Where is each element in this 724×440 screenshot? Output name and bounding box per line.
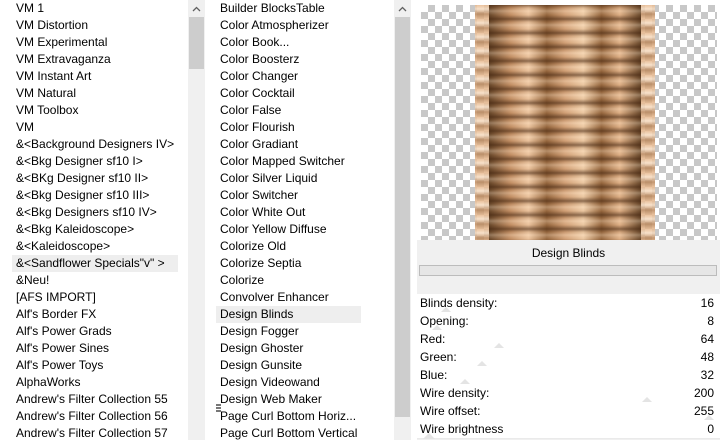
filter-item[interactable]: Color Changer [216,68,361,85]
parameter-label: Wire offset: [420,404,481,418]
filter-scrollbar[interactable] [394,0,411,440]
filter-item[interactable]: Color Gradiant [216,136,361,153]
filter-item[interactable]: Design Blinds [216,306,362,323]
filter-category-item[interactable]: &<Kaleidoscope> [12,238,178,255]
filter-category-item[interactable]: &<Background Designers IV> [12,136,178,153]
parameter-slider[interactable]: Blinds density: 16 [417,294,720,313]
progress-bar [419,265,717,276]
category-scroll-thumb[interactable] [189,17,204,69]
category-scrollbar[interactable] [188,0,205,440]
filter-category-item[interactable]: VM Distortion [12,17,178,34]
filter-item[interactable]: Page Curl Bottom Vertical [216,425,361,440]
parameter-list: Blinds density: 16 Opening: 8 Red: 64 Green: 48… [417,294,720,439]
filter-category-item[interactable]: VM Natural [12,85,178,102]
filter-category-item[interactable]: VM Instant Art [12,68,178,85]
filter-category-item[interactable]: Andrew's Filter Collection 56 [12,408,178,425]
preview-blinds-right-edge [641,5,655,240]
filter-item[interactable]: Color False [216,102,361,119]
filter-category-item[interactable]: Andrew's Filter Collection 55 [12,391,178,408]
parameter-slider[interactable]: Green: 48 [417,348,720,367]
filter-category-item[interactable]: &<Bkg Designer sf10 III> [12,187,178,204]
parameter-label: Red: [420,332,446,346]
parameter-value[interactable]: 48 [701,350,714,365]
filter-item[interactable]: Design Gunsite [216,357,361,374]
filter-category-item[interactable]: Alf's Power Grads [12,323,178,340]
filter-item[interactable]: Color Silver Liquid [216,170,361,187]
filter-category-item[interactable]: &<BKg Designer sf10 II> [12,170,178,187]
parameter-value[interactable]: 64 [701,332,714,347]
preview-blinds-left-edge [475,5,489,240]
filter-item[interactable]: Color Switcher [216,187,361,204]
parameter-slider[interactable]: Opening: 8 [417,312,720,331]
filter-item[interactable]: Color Atmospherizer [216,17,361,34]
slider-thumb[interactable] [423,433,435,439]
filter-category-item[interactable]: Alf's Border FX [12,306,178,323]
scroll-up-button[interactable] [394,0,411,17]
filter-items: Builder BlocksTable Color Atmospherizer Co… [216,0,362,440]
filter-item[interactable]: Color Book... [216,34,361,51]
parameter-label: Green: [420,350,457,364]
filter-category-item[interactable]: Andrew's Filter Collection 57 [12,425,178,440]
filter-title: Design Blinds [417,240,720,266]
slider-track[interactable] [417,438,720,439]
parameter-label: Opening: [420,314,469,328]
filter-category-item[interactable]: VM [12,119,178,136]
filter-item[interactable]: Colorize Old [216,238,361,255]
parameter-slider[interactable]: Wire brightness 0 [417,420,720,439]
filter-item[interactable]: Page Curl Bottom Horiz... [216,408,361,425]
filter-list[interactable]: Builder BlocksTable Color Atmospherizer Co… [216,0,394,440]
parameter-slider[interactable]: Wire offset: 255 [417,402,720,421]
filter-category-item[interactable]: &<Bkg Kaleidoscope> [12,221,178,238]
filter-item[interactable]: Design Ghoster [216,340,361,357]
filter-item[interactable]: Color Mapped Switcher [216,153,361,170]
filter-category-item[interactable]: Alf's Power Sines [12,340,178,357]
filter-category-item[interactable]: VM Toolbox [12,102,178,119]
parameter-slider[interactable]: Red: 64 [417,330,720,349]
parameter-value[interactable]: 8 [707,314,714,329]
parameter-value[interactable]: 16 [701,296,714,311]
filter-item[interactable]: Design Videowand [216,374,361,391]
filter-item[interactable]: Design Fogger [216,323,361,340]
parameter-value[interactable]: 200 [694,386,714,401]
filter-category-item[interactable]: Alf's Power Toys [12,357,178,374]
filter-item[interactable]: Design Web Maker [216,391,361,408]
filter-item[interactable]: Color White Out [216,204,361,221]
filter-category-list[interactable]: VM 1 VM Distortion VM Experimental VM Extra… [12,0,188,440]
filter-item[interactable]: Color Yellow Diffuse [216,221,361,238]
filter-category-item[interactable]: &<Bkg Designers sf10 IV> [12,204,178,221]
filter-category-item[interactable]: VM Experimental [12,34,178,51]
parameter-value[interactable]: 32 [701,368,714,383]
filter-scroll-thumb[interactable] [395,17,410,417]
filter-item[interactable]: Color Flourish [216,119,361,136]
preview-blinds [489,5,641,240]
filter-item[interactable]: Colorize Septia [216,255,361,272]
parameter-slider[interactable]: Wire density: 200 [417,384,720,403]
parameter-value[interactable]: 0 [707,422,714,437]
filter-item[interactable]: Color Boosterz [216,51,361,68]
scroll-up-button[interactable] [188,0,205,17]
parameter-label: Blinds density: [420,296,498,310]
chevron-up-icon [398,6,407,11]
preview-image [421,5,717,240]
parameter-label: Blue: [420,368,448,382]
parameter-label: Wire density: [420,386,490,400]
filter-category-items: VM 1 VM Distortion VM Experimental VM Extra… [12,0,179,440]
filter-category-item[interactable]: VM 1 [12,0,178,17]
filter-category-item[interactable]: AlphaWorks [12,374,178,391]
filter-item[interactable]: Color Cocktail [216,85,361,102]
filter-category-item[interactable]: &<Bkg Designer sf10 I> [12,153,178,170]
grip-icon[interactable] [216,404,221,414]
filter-category-item[interactable]: &<Sandflower Specials"v" > [12,255,179,272]
chevron-up-icon [192,6,201,11]
filter-item[interactable]: Builder BlocksTable [216,0,361,17]
filter-item[interactable]: Convolver Enhancer [216,289,361,306]
filter-category-item[interactable]: &Neu! [12,272,178,289]
filter-settings-panel: Design Blinds Blinds density: 16 Opening: 8… [417,240,720,440]
filter-item[interactable]: Colorize [216,272,361,289]
parameter-slider[interactable]: Blue: 32 [417,366,720,385]
filter-category-item[interactable]: [AFS IMPORT] [12,289,178,306]
filter-category-item[interactable]: VM Extravaganza [12,51,178,68]
